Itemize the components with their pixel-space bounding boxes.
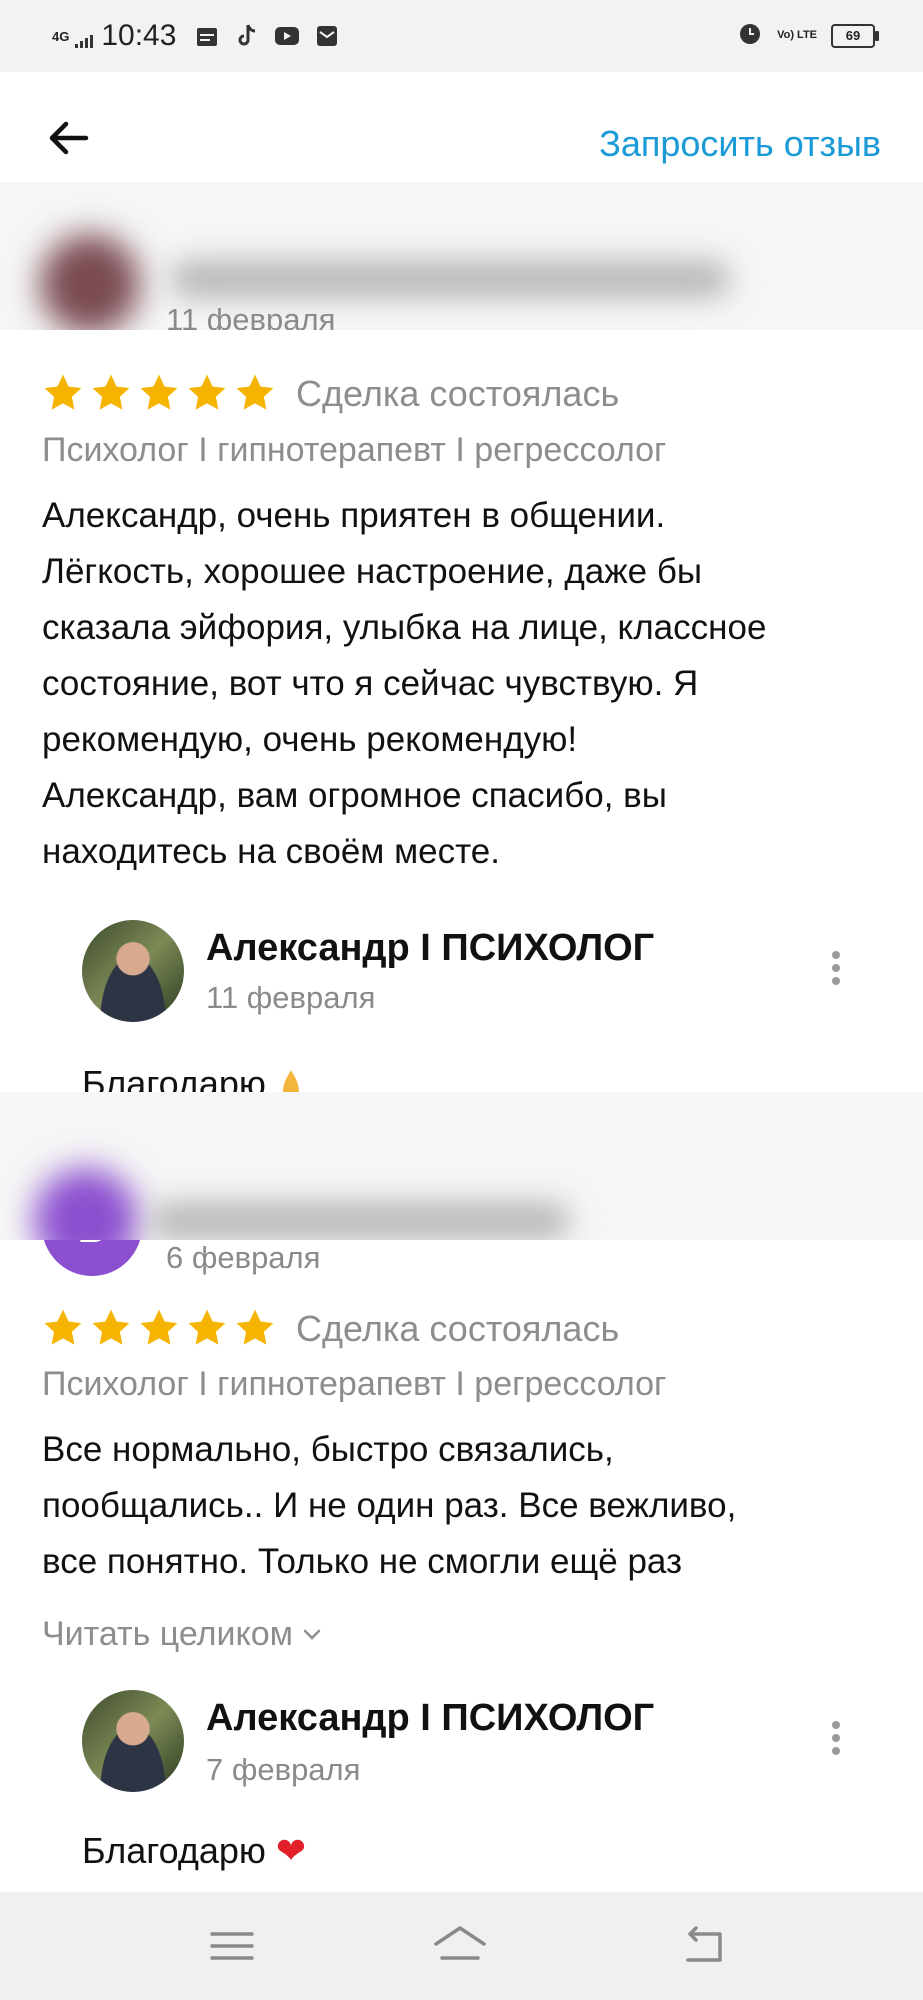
reply-date: 11 февраля [206, 980, 376, 1015]
star-icon [236, 374, 274, 410]
review-text-line: Все нормально, быстро связались, [42, 1430, 614, 1469]
top-bar: Запросить отзыв [0, 72, 923, 182]
review-author-header-blurred [0, 182, 923, 330]
review-text-line: рекомендую, очень рекомендую! [42, 720, 578, 759]
network-type: 4G [52, 28, 70, 44]
review-text-line: Александр, очень приятен в общении. [42, 496, 666, 535]
review-text: Все нормально, быстро связались, пообщал… [42, 1422, 882, 1590]
back-nav-button[interactable] [676, 1918, 732, 1974]
seller-avatar [82, 920, 184, 1022]
star-icon [140, 374, 178, 410]
avatar [34, 1168, 138, 1240]
star-icon [92, 374, 130, 410]
reply-text: Благодарю ❤ [82, 1828, 306, 1874]
star-icon [236, 1309, 274, 1345]
avatar [40, 234, 140, 330]
request-review-button[interactable]: Запросить отзыв [599, 122, 881, 166]
rating-stars [42, 372, 276, 414]
reply-author: Александр I ПСИХОЛОГ [206, 1697, 655, 1739]
more-options-button[interactable] [818, 1716, 854, 1766]
home-icon [434, 1926, 486, 1960]
review-date: 11 февраля [166, 302, 336, 330]
star-icon [44, 374, 82, 410]
youtube-icon [274, 23, 300, 49]
deal-status: Сделка состоялась [296, 373, 620, 414]
star-icon [188, 1309, 226, 1345]
review-author-header-blurred [0, 1092, 923, 1240]
read-more-label: Читать целиком [42, 1615, 293, 1653]
avatar-peek: В [42, 1240, 142, 1280]
review-category: Психолог I гипнотерапевт I регрессолог [42, 1365, 667, 1403]
return-icon [686, 1926, 722, 1962]
clock: 10:43 [101, 19, 177, 52]
reply-author: Александр I ПСИХОЛОГ [206, 927, 655, 969]
review-text-line: Александр, вам огромное спасибо, вы [42, 776, 667, 815]
star-icon [140, 1309, 178, 1345]
battery-icon: 69 [831, 23, 879, 48]
calendar-icon [194, 23, 220, 49]
chevron-down-icon [303, 1629, 321, 1640]
menu-button[interactable] [204, 1918, 260, 1974]
status-bar: 4G 10:43 Vo) LTE 69 [0, 0, 923, 72]
rating-stars [42, 1307, 276, 1349]
review-text-line: находитесь на своём месте. [42, 832, 500, 871]
more-options-button[interactable] [818, 946, 854, 996]
arrow-left-icon [49, 121, 89, 155]
review-text-line: Лёгкость, хорошее настроение, даже бы [42, 552, 703, 591]
review-text-line: состояние, вот что я сейчас чувствую. Я [42, 664, 699, 703]
star-icon [188, 374, 226, 410]
volte-indicator: Vo) LTE [777, 29, 817, 41]
heart-icon: ❤ [275, 1830, 307, 1871]
review-date: 6 февраля [166, 1240, 321, 1275]
system-navigation-bar [0, 1892, 923, 2000]
avatar-letter: В [42, 1240, 142, 1276]
tiktok-icon [234, 23, 260, 49]
review-text: Александр, очень приятен в общении. Лёгк… [42, 488, 882, 880]
reply-text-label: Благодарю [82, 1830, 266, 1871]
home-button[interactable] [430, 1918, 486, 1974]
menu-icon [210, 1932, 254, 1960]
star-icon [44, 1309, 82, 1345]
alarm-icon [737, 20, 763, 51]
back-button[interactable] [44, 114, 92, 162]
reply-text: Благодарю [82, 1062, 306, 1092]
praying-hands-icon [276, 1066, 306, 1092]
signal-icon [75, 34, 94, 48]
mail-icon [314, 23, 340, 49]
author-name-blurred [170, 260, 730, 298]
reply-date: 7 февраля [206, 1752, 361, 1787]
review-text-line: все понятно. Только не смогли ещё раз [42, 1542, 683, 1581]
seller-avatar [82, 1690, 184, 1792]
read-more-link[interactable]: Читать целиком [42, 1612, 323, 1656]
author-name-blurred [150, 1202, 570, 1240]
review-category: Психолог I гипнотерапевт I регрессолог [42, 431, 667, 469]
review-text-line: сказала эйфория, улыбка на лице, классно… [42, 608, 767, 647]
review-text-line: пообщались.. И не один раз. Все вежливо, [42, 1486, 737, 1525]
reply-text-label: Благодарю [82, 1063, 266, 1092]
deal-status: Сделка состоялась [296, 1308, 620, 1349]
star-icon [92, 1309, 130, 1345]
